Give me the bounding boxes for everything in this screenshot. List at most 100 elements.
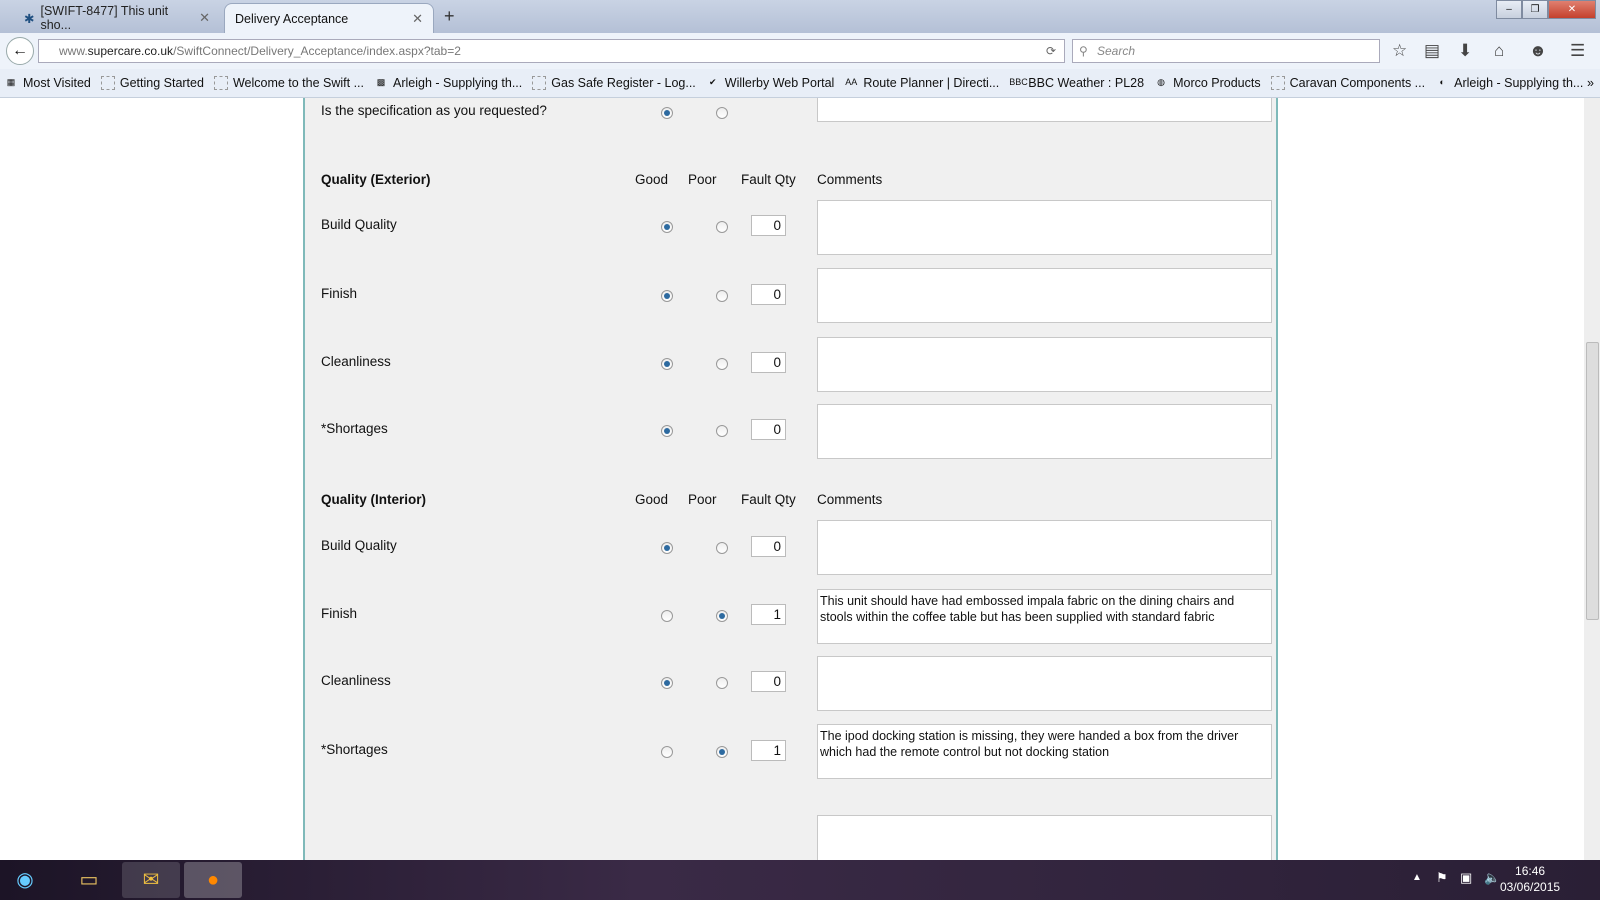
menu-icon[interactable]: ☰: [1570, 41, 1585, 61]
column-header-comments: Comments: [817, 492, 883, 507]
poor-radio[interactable]: [716, 746, 728, 758]
search-icon: ⚲: [1079, 44, 1088, 58]
column-header-poor: Poor: [688, 492, 717, 507]
fault-qty-input[interactable]: 0: [751, 536, 786, 557]
close-window-button[interactable]: ✕: [1548, 0, 1596, 19]
poor-radio[interactable]: [716, 677, 728, 689]
reload-icon[interactable]: ⟳: [1046, 40, 1056, 62]
comments-textarea[interactable]: [817, 656, 1272, 711]
reading-list-icon[interactable]: ▤: [1424, 41, 1440, 61]
fault-qty-input[interactable]: 0: [751, 215, 786, 236]
poor-radio[interactable]: [716, 610, 728, 622]
download-icon[interactable]: ⬇: [1458, 41, 1472, 61]
section-title: Quality (Interior): [321, 492, 427, 507]
comments-textarea[interactable]: [817, 268, 1272, 323]
show-hidden-icons[interactable]: ▲: [1412, 872, 1422, 883]
comments-textarea[interactable]: [817, 520, 1272, 575]
bookmark-item[interactable]: ▦ Most Visited: [4, 76, 91, 90]
fault-qty-input[interactable]: 0: [751, 671, 786, 692]
row-label: Build Quality: [321, 217, 397, 232]
row-label: *Shortages: [321, 742, 388, 757]
new-tab-button[interactable]: +: [444, 6, 455, 27]
row-label: Is the specification as you requested?: [321, 103, 547, 118]
comments-textarea[interactable]: The ipod docking station is missing, the…: [817, 724, 1272, 779]
comments-textarea[interactable]: [817, 337, 1272, 392]
comments-textarea[interactable]: This unit should have had embossed impal…: [817, 589, 1272, 644]
flag-icon[interactable]: ⚑: [1436, 870, 1448, 886]
good-radio[interactable]: [661, 677, 673, 689]
poor-radio[interactable]: [716, 290, 728, 302]
bookmark-item[interactable]: ◍ Morco Products: [1154, 76, 1260, 90]
delivery-acceptance-form: Is the specification as you requested? Qu…: [303, 98, 1278, 860]
good-radio[interactable]: [661, 290, 673, 302]
fault-qty-input[interactable]: 0: [751, 352, 786, 373]
comments-textarea[interactable]: [817, 404, 1272, 459]
tab-delivery-acceptance[interactable]: Delivery Acceptance ✕: [224, 3, 434, 33]
bookmark-item[interactable]: Gas Safe Register - Log...: [532, 76, 696, 90]
good-radio[interactable]: [661, 746, 673, 758]
bookmark-label: BBC Weather : PL28: [1028, 76, 1145, 90]
network-icon[interactable]: ▣: [1460, 870, 1472, 886]
home-icon[interactable]: ⌂: [1494, 41, 1504, 61]
bookmark-item[interactable]: Getting Started: [100, 76, 204, 90]
bookmark-star-icon[interactable]: ☆: [1392, 41, 1407, 61]
nav-bar: ← www.supercare.co.uk/SwiftConnect/Deliv…: [0, 33, 1600, 69]
bookmark-item[interactable]: ▩ Arleigh - Supplying th...: [374, 76, 523, 90]
fault-qty-input[interactable]: 1: [751, 740, 786, 761]
good-radio[interactable]: [661, 221, 673, 233]
bookmark-item[interactable]: Caravan Components ...: [1270, 76, 1425, 90]
search-input[interactable]: ⚲ Search: [1072, 39, 1380, 63]
fault-qty-input[interactable]: 1: [751, 604, 786, 625]
bookmark-icon: [100, 76, 115, 90]
good-radio[interactable]: [661, 107, 673, 119]
chat-icon[interactable]: ☻: [1529, 41, 1547, 61]
comments-textarea[interactable]: [817, 815, 1272, 860]
bookmarks-overflow-icon[interactable]: »: [1587, 76, 1594, 90]
back-button[interactable]: ←: [6, 37, 34, 65]
bookmark-item[interactable]: ◐ Arleigh - Supplying th...: [1435, 76, 1583, 90]
minimize-button[interactable]: –: [1496, 0, 1522, 19]
poor-radio[interactable]: [716, 425, 728, 437]
scrollbar-thumb[interactable]: [1586, 342, 1599, 620]
column-header-qty: Fault Qty: [741, 492, 796, 507]
comments-textarea[interactable]: [817, 200, 1272, 255]
taskbar: ◉ ▭ ✉ ● ▲ ⚑ ▣ 🔈 16:46 03/06/2015: [0, 860, 1600, 900]
explorer-icon[interactable]: ▭: [60, 862, 118, 898]
fault-qty-input[interactable]: 0: [751, 419, 786, 440]
jira-icon: ✱: [24, 11, 35, 26]
good-radio[interactable]: [661, 358, 673, 370]
column-header-comments: Comments: [817, 172, 883, 187]
poor-radio[interactable]: [716, 542, 728, 554]
firefox-icon[interactable]: ●: [184, 862, 242, 898]
fault-qty-input[interactable]: 0: [751, 284, 786, 305]
poor-radio[interactable]: [716, 107, 728, 119]
row-label: Finish: [321, 286, 358, 301]
bookmark-icon: ◐: [1439, 77, 1445, 87]
bookmark-item[interactable]: AA Route Planner | Directi...: [844, 76, 999, 90]
outlook-icon[interactable]: ✉: [122, 862, 180, 898]
bookmark-item[interactable]: ✔ Willerby Web Portal: [706, 76, 834, 90]
bookmark-item[interactable]: BBC BBC Weather : PL28: [1009, 76, 1144, 90]
start-button[interactable]: ◉: [2, 862, 48, 898]
url-bar[interactable]: www.supercare.co.uk/SwiftConnect/Deliver…: [38, 39, 1065, 63]
bookmark-icon: [213, 76, 228, 90]
good-radio[interactable]: [661, 610, 673, 622]
page-content: Is the specification as you requested? Qu…: [0, 98, 1584, 860]
close-tab-icon[interactable]: ✕: [412, 11, 423, 27]
row-label: Cleanliness: [321, 673, 391, 688]
comments-textarea[interactable]: [817, 98, 1272, 122]
bookmark-item[interactable]: Welcome to the Swift ...: [213, 76, 364, 90]
good-radio[interactable]: [661, 542, 673, 554]
volume-icon[interactable]: 🔈: [1484, 870, 1500, 886]
clock[interactable]: 16:46 03/06/2015: [1500, 863, 1560, 895]
close-tab-icon[interactable]: ✕: [199, 10, 210, 26]
good-radio[interactable]: [661, 425, 673, 437]
poor-radio[interactable]: [716, 358, 728, 370]
bookmark-icon: AA: [845, 77, 858, 87]
bookmark-icon: ▦: [6, 77, 16, 87]
poor-radio[interactable]: [716, 221, 728, 233]
tab-jira[interactable]: ✱ [SWIFT-8477] This unit sho... ✕: [14, 3, 220, 33]
bookmark-label: Arleigh - Supplying th...: [393, 76, 523, 90]
column-header-qty: Fault Qty: [741, 172, 796, 187]
restore-button[interactable]: ❐: [1522, 0, 1548, 19]
